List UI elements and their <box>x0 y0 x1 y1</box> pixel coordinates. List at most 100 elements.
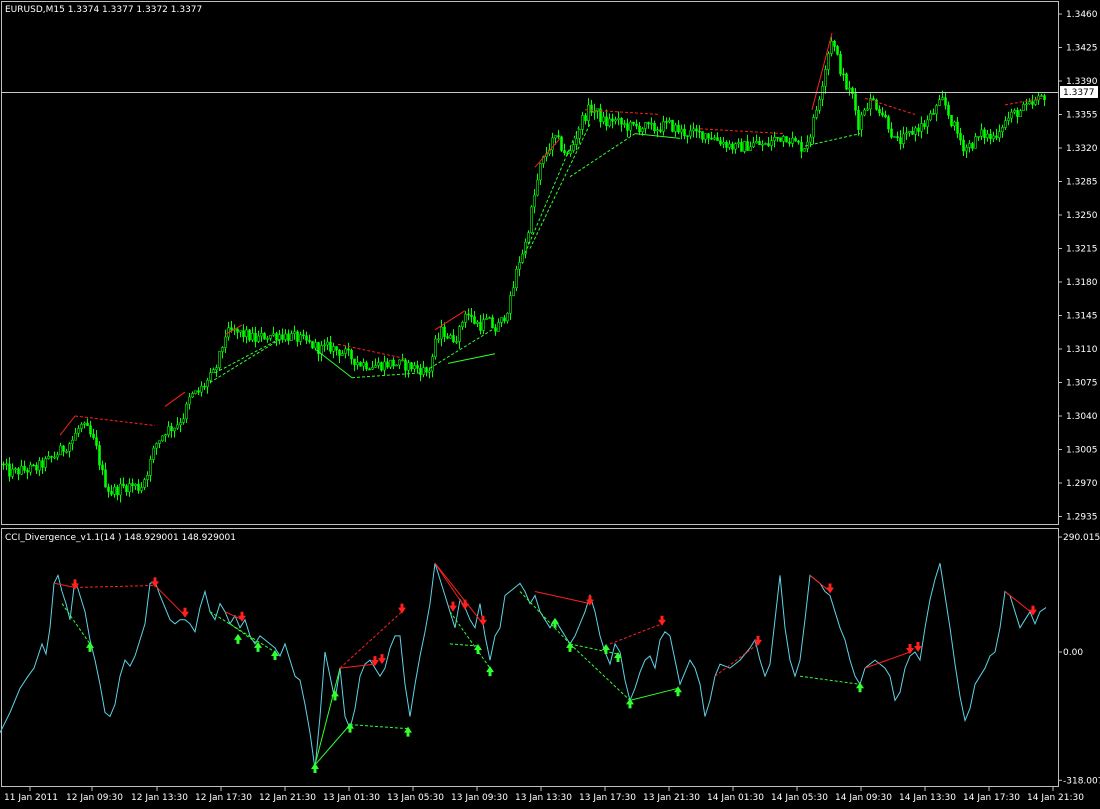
candle-body <box>809 136 812 143</box>
candle-body <box>416 365 419 369</box>
candle-body <box>431 356 434 372</box>
indicator-panel-frame <box>1 528 1059 787</box>
candle-body <box>830 41 833 54</box>
candle-body <box>560 136 563 151</box>
candle-body <box>689 130 692 137</box>
candle-body <box>326 341 329 346</box>
candle-body <box>731 143 734 150</box>
time-tick-label: 12 Jan 21:30 <box>259 793 316 803</box>
candle-body <box>1025 103 1028 106</box>
candle-body <box>338 349 341 356</box>
candle-body <box>1037 95 1040 101</box>
candle-body <box>977 135 980 138</box>
candle-body <box>1016 110 1019 117</box>
candle-body <box>401 359 404 362</box>
price-tick-label: 1.3005 <box>1066 446 1098 456</box>
candle-body <box>422 367 425 375</box>
sell-arrow <box>658 615 666 626</box>
candle-body <box>20 465 23 475</box>
candle-body <box>662 121 665 132</box>
candle-body <box>944 97 947 106</box>
candle-body <box>824 69 827 87</box>
candle-body <box>509 295 512 314</box>
candle-body <box>482 319 485 331</box>
candle-body <box>611 118 614 122</box>
candle-body <box>911 131 914 135</box>
candle-body <box>290 333 293 341</box>
candle-body <box>389 359 392 368</box>
candle-body <box>941 97 944 100</box>
candle-body <box>479 321 482 331</box>
candle-body <box>905 132 908 135</box>
time-tick-label: 14 Jan 21:30 <box>1027 793 1084 803</box>
price-divergence-line <box>529 123 591 249</box>
candle-body <box>794 137 797 142</box>
candle-body <box>29 464 32 473</box>
candle-body <box>359 362 362 367</box>
price-tick-label: 1.3180 <box>1066 278 1098 288</box>
candle-body <box>491 317 494 328</box>
candle-body <box>254 332 257 342</box>
cci-divergence-line <box>61 603 91 645</box>
buy-arrow <box>271 650 279 660</box>
sell-arrow <box>398 603 406 614</box>
candle-body <box>674 124 677 132</box>
candle-body <box>350 349 353 360</box>
candle-body <box>467 313 470 316</box>
chart-window[interactable]: 1.3460 1.3425 1.3390 1.3355 1.3320 1.3285 1.32… <box>0 0 1100 806</box>
candle-body <box>764 143 767 145</box>
candle-body <box>281 334 284 340</box>
candle-body <box>839 54 842 75</box>
candle-body <box>1001 127 1004 133</box>
time-tick-label: 13 Jan 13:30 <box>515 793 572 803</box>
candle-body <box>506 312 509 322</box>
cci-divergence-line <box>339 663 376 669</box>
candle-body <box>353 358 356 365</box>
buy-arrow <box>311 762 319 773</box>
candle-body <box>347 348 350 351</box>
candle-body <box>398 359 401 366</box>
candle-body <box>707 133 710 139</box>
candle-body <box>476 321 479 324</box>
candle-body <box>866 108 869 111</box>
time-tick-label: 13 Jan 17:30 <box>579 793 636 803</box>
candle-body <box>668 119 671 122</box>
candle-body <box>722 141 725 145</box>
candle-body <box>488 317 491 319</box>
time-tick-label: 13 Jan 05:30 <box>387 793 444 803</box>
candle-body <box>239 330 242 333</box>
candle-body <box>641 128 644 132</box>
candle-body <box>173 427 176 432</box>
buy-arrow <box>486 666 494 677</box>
candle-body <box>935 105 938 115</box>
candle-body <box>158 440 161 444</box>
x-axis: 11 Jan 2011 12 Jan 09:30 12 Jan 13:30 12 Ja… <box>4 787 1084 803</box>
candle-body <box>335 346 338 351</box>
candle-body <box>1034 99 1037 105</box>
candle-body <box>110 491 113 495</box>
candle-body <box>116 486 119 496</box>
candle-body <box>134 483 137 486</box>
candle-body <box>536 179 539 196</box>
candle-body <box>650 122 653 125</box>
cci-layer <box>0 563 1047 770</box>
candle-body <box>938 99 941 106</box>
candle-body <box>95 437 98 446</box>
cci-divergence-line <box>864 651 911 669</box>
candle-body <box>437 338 440 341</box>
time-tick-label: 14 Jan 01:30 <box>707 793 764 803</box>
candle-body <box>260 333 263 337</box>
candle-body <box>188 396 191 405</box>
cci-divergence-line <box>534 590 591 605</box>
candle-body <box>812 117 815 138</box>
price-tick-label: 1.3215 <box>1066 245 1098 255</box>
candle-body <box>32 464 35 467</box>
candle-body <box>209 372 212 381</box>
candle-body <box>893 136 896 138</box>
candle-body <box>320 345 323 355</box>
candle-body <box>539 163 542 181</box>
candle-body <box>968 143 971 148</box>
candle-body <box>44 458 47 468</box>
candle-body <box>1004 120 1007 128</box>
candle-body <box>185 403 188 420</box>
